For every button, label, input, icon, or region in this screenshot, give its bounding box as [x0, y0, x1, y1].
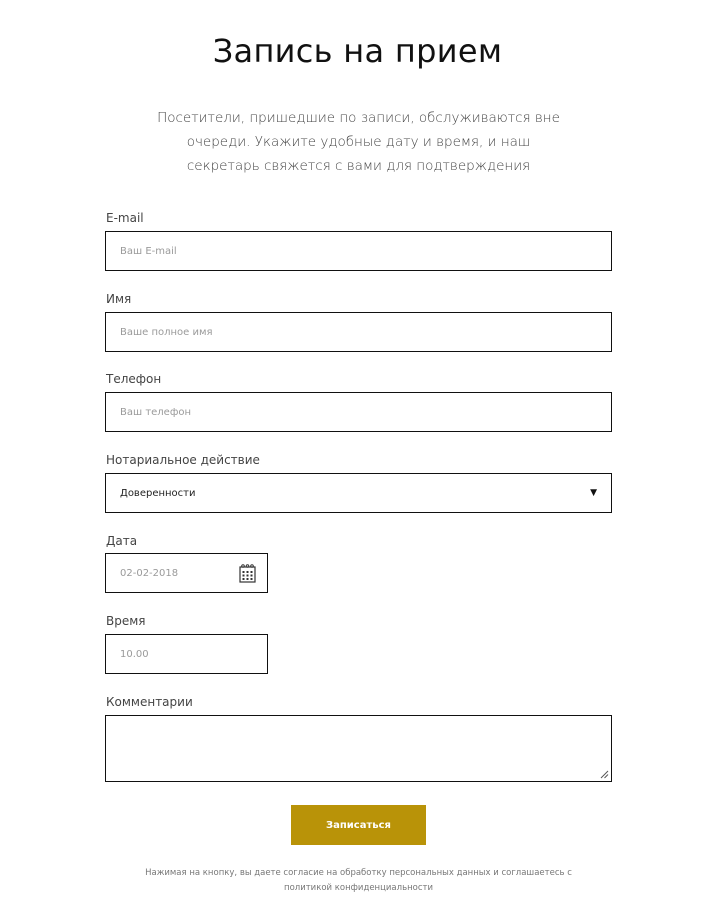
- phone-field[interactable]: Ваш телефон: [105, 392, 612, 432]
- action-select[interactable]: Доверенности ▼: [105, 473, 612, 513]
- page-title: Запись на прием: [212, 32, 503, 70]
- chevron-down-icon: ▼: [590, 488, 597, 498]
- email-placeholder: Ваш E-mail: [120, 245, 177, 257]
- date-placeholder: 02-02-2018: [120, 567, 179, 579]
- page-subtitle: Посетители, пришедшие по записи, обслужи…: [157, 110, 560, 174]
- calendar-icon[interactable]: [239, 564, 256, 583]
- action-selected-value: Доверенности: [120, 487, 196, 499]
- time-field[interactable]: 10.00: [105, 634, 268, 674]
- email-label: E-mail: [106, 211, 144, 225]
- date-label: Дата: [106, 534, 138, 548]
- resize-grip-icon[interactable]: [600, 770, 609, 779]
- date-field[interactable]: 02-02-2018: [105, 553, 268, 593]
- comments-label: Комментарии: [106, 695, 193, 709]
- email-field[interactable]: Ваш E-mail: [105, 231, 612, 271]
- time-placeholder: 10.00: [120, 648, 149, 660]
- name-label: Имя: [106, 292, 132, 306]
- comments-textarea[interactable]: [105, 715, 612, 782]
- name-placeholder: Ваше полное имя: [120, 326, 213, 338]
- action-label: Нотариальное действие: [106, 453, 260, 467]
- name-field[interactable]: Ваше полное имя: [105, 312, 612, 352]
- submit-button[interactable]: Записаться: [291, 805, 426, 845]
- phone-placeholder: Ваш телефон: [120, 406, 192, 418]
- time-label: Время: [106, 614, 146, 628]
- consent-text: Нажимая на кнопку, вы даете согласие на …: [145, 868, 572, 893]
- phone-label: Телефон: [106, 372, 162, 386]
- appointment-page: Запись на прием Посетители, пришедшие по…: [0, 0, 715, 916]
